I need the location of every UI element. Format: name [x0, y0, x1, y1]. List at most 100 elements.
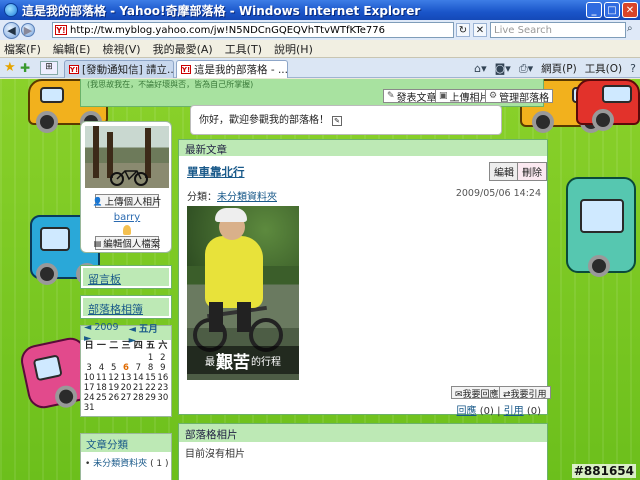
post-category-link[interactable]: 未分類資料夾 — [217, 192, 277, 203]
menu-file[interactable]: 檔案(F) — [4, 41, 41, 57]
calendar-day[interactable]: 1 — [144, 353, 156, 363]
calendar-day[interactable]: 5 — [108, 363, 120, 373]
menu-edit[interactable]: 編輯(E) — [53, 41, 91, 57]
calendar-day[interactable]: 12 — [108, 373, 120, 383]
delete-post-button[interactable]: 刪除 — [517, 162, 547, 181]
close-window-button[interactable]: ✕ — [622, 2, 638, 18]
calendar-day[interactable]: 15 — [144, 373, 156, 383]
category-item[interactable]: • 未分類資料夾 ( 1 ) — [81, 452, 171, 473]
blog-album-link[interactable]: 部落格相簿 — [83, 298, 169, 316]
calendar-weekday: 五 — [146, 341, 156, 351]
image-watermark: #881654 — [571, 464, 636, 478]
upload-profile-photo-button[interactable]: 👤 上傳個人相片 — [93, 194, 162, 208]
tab-blog[interactable]: Y! 這是我的部落格 - ... ✕ — [176, 60, 288, 78]
help-icon[interactable]: ? — [630, 62, 636, 75]
post-title[interactable]: 單車靠北行 — [187, 164, 245, 180]
stop-icon[interactable]: ✕ — [473, 23, 487, 37]
calendar-day[interactable]: 26 — [108, 393, 120, 403]
calendar-day[interactable]: 29 — [144, 393, 156, 403]
calendar-day[interactable]: 14 — [132, 373, 144, 383]
calendar-day[interactable]: 10 — [83, 373, 95, 383]
calendar-day[interactable]: 4 — [95, 363, 107, 373]
calendar-day[interactable]: 23 — [157, 383, 169, 393]
category-name[interactable]: 未分類資料夾 — [93, 459, 147, 469]
url-input[interactable]: Y! http://tw.myblog.yahoo.com/jw!N5NDCnG… — [52, 22, 454, 38]
forward-button[interactable]: ▶ — [21, 23, 35, 37]
menu-view[interactable]: 檢視(V) — [102, 41, 140, 57]
menu-help[interactable]: 說明(H) — [274, 41, 313, 57]
calendar-day[interactable]: 22 — [144, 383, 156, 393]
maximize-button[interactable]: □ — [604, 2, 620, 18]
post-article-label: 發表文章 — [396, 92, 437, 104]
calendar-day[interactable]: 2 — [157, 353, 169, 363]
refresh-icon[interactable]: ↻ — [456, 23, 470, 37]
calendar-day[interactable]: 16 — [157, 373, 169, 383]
calendar-day[interactable]: 30 — [157, 393, 169, 403]
calendar-day[interactable]: 7 — [132, 363, 144, 373]
gear-icon: ⚙ — [489, 91, 498, 101]
upload-photo-label: 上傳相片 — [449, 92, 490, 104]
tab-favicon-icon: Y! — [181, 65, 191, 74]
back-button[interactable]: ◀ — [3, 21, 20, 39]
manage-blog-button[interactable]: ⚙ 管理部落格 — [485, 89, 554, 104]
edit-post-button[interactable]: 編輯 — [489, 162, 519, 181]
calendar-day[interactable]: 24 — [83, 393, 95, 403]
calendar-weekday: 四 — [133, 341, 143, 351]
calendar-day[interactable]: 28 — [132, 393, 144, 403]
command-bar: ⌂▾ ◙▾ ⎙▾ 網頁(P) 工具(O) ? — [474, 61, 636, 76]
add-favorite-icon[interactable]: ✚ — [20, 61, 30, 75]
calendar-day[interactable]: 25 — [95, 393, 107, 403]
calendar-day[interactable]: 20 — [120, 383, 132, 393]
reply-link[interactable]: 回應 — [457, 406, 477, 417]
minimize-button[interactable]: _ — [586, 2, 602, 18]
calendar-day[interactable]: 18 — [95, 383, 107, 393]
calendar-day[interactable]: 9 — [157, 363, 169, 373]
calendar-day — [95, 353, 107, 363]
category-title: 文章分類 — [81, 434, 171, 452]
calendar-day[interactable]: 21 — [132, 383, 144, 393]
address-bar: ◀ ▶ Y! http://tw.myblog.yahoo.com/jw!N5N… — [0, 20, 640, 40]
prev-month-arrow-icon[interactable]: ◄ — [129, 324, 136, 335]
caption-post: 的行程 — [251, 356, 281, 368]
calendar-day[interactable]: 13 — [120, 373, 132, 383]
edit-pencil-icon[interactable]: ✎ — [332, 116, 342, 126]
sidebar-blog-album[interactable]: 部落格相簿 — [80, 295, 172, 319]
reply-button[interactable]: ✉我要回應 — [451, 386, 503, 400]
calendar-day[interactable]: 19 — [108, 383, 120, 393]
sidebar-guestbook[interactable]: 留言板 — [80, 265, 172, 289]
quick-tabs-icon[interactable]: ⊞ — [40, 61, 58, 75]
post-footer: 回應 (0) | 引用 (0) — [457, 402, 541, 417]
favorites-star-icon[interactable]: ★ — [4, 60, 16, 75]
menu-favorites[interactable]: 我的最愛(A) — [153, 41, 213, 57]
cite-link[interactable]: 引用 — [504, 406, 524, 417]
calendar-grid: 日一二三四五六 1 2 3 4 5 6 7 8 9 10 11 12 13 14 15 16 17 18 19 20 21… — [81, 340, 171, 413]
calendar-day[interactable]: 31 — [83, 403, 95, 413]
search-input[interactable]: Live Search — [490, 22, 626, 38]
print-icon[interactable]: ⎙▾ — [519, 62, 533, 76]
guestbook-link[interactable]: 留言板 — [83, 268, 169, 286]
tools-menu[interactable]: 工具(O) — [585, 61, 622, 76]
post-article-button[interactable]: ✎ 發表文章 — [383, 89, 441, 104]
calendar-day[interactable]: 27 — [120, 393, 132, 403]
cite-button[interactable]: ⇄我要引用 — [499, 386, 551, 400]
calendar-day[interactable]: 17 — [83, 383, 95, 393]
edit-profile-label: 編輯個人檔案 — [103, 239, 161, 250]
calendar-day[interactable]: 3 — [83, 363, 95, 373]
home-icon[interactable]: ⌂▾ — [474, 62, 487, 75]
profile-username[interactable]: barry — [81, 212, 173, 223]
calendar-weekday: 一 — [96, 341, 106, 351]
search-icon[interactable]: ⌕ — [627, 23, 639, 37]
menu-tools[interactable]: 工具(T) — [225, 41, 262, 57]
calendar-day[interactable]: 11 — [95, 373, 107, 383]
calendar-day[interactable]: 6 — [120, 363, 132, 373]
page-menu[interactable]: 網頁(P) — [541, 61, 577, 76]
latest-post-header: 最新文章 — [179, 140, 547, 156]
tab-notification[interactable]: Y! [發動通知信] 請立... — [64, 60, 174, 78]
edit-profile-button[interactable]: ▤ 編輯個人檔案 — [94, 236, 161, 250]
calendar-day[interactable]: 8 — [144, 363, 156, 373]
prev-year-arrow-icon[interactable]: ◄ — [84, 322, 91, 333]
feeds-icon[interactable]: ◙▾ — [495, 62, 511, 75]
calendar: ◄ 2009 ► ◄ 五月 ► 日一二三四五六 1 2 3 4 5 6 7 8 9 10 11 12 13… — [80, 322, 172, 417]
caption-pre: 最 — [205, 356, 215, 368]
reply-icon: ✉ — [455, 390, 463, 400]
